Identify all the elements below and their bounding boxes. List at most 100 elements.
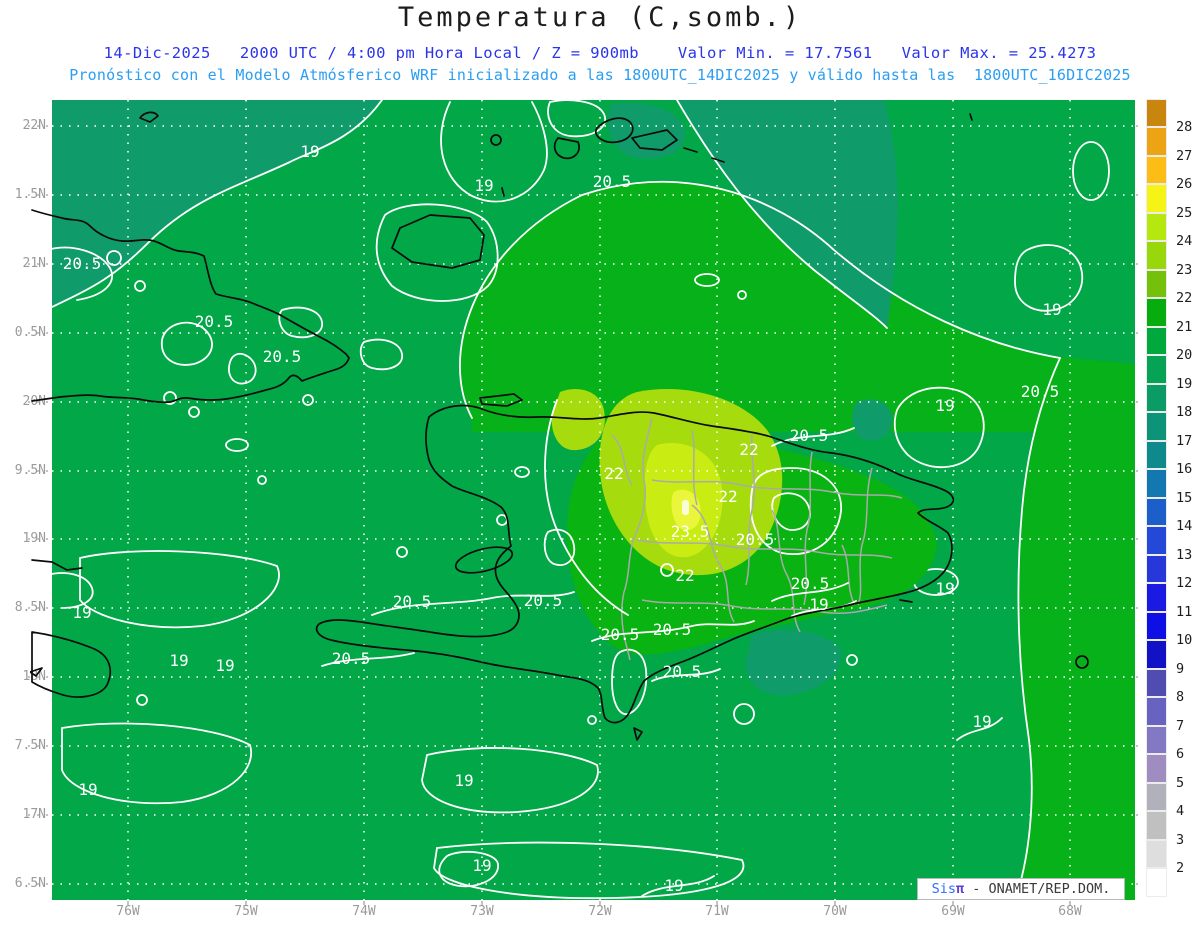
colorbar-cell <box>1146 355 1167 384</box>
colorbar-label: 27 <box>1176 147 1193 164</box>
contour-label: 20.5 <box>593 172 632 191</box>
contour-label: 20.5 <box>601 625 640 644</box>
colorbar-cell <box>1146 811 1167 840</box>
lat-tick-dots-right <box>1136 401 1145 403</box>
contour-label: 19 <box>472 856 491 875</box>
colorbar-cell <box>1146 611 1167 640</box>
contour-label: 22 <box>604 464 623 483</box>
contour-label: 20.5 <box>63 254 102 273</box>
colorbar-label: 24 <box>1176 233 1193 249</box>
hottest-spot <box>682 500 689 515</box>
colorbar-cell <box>1146 212 1167 241</box>
lat-tick-dots-right <box>1136 332 1145 334</box>
contour-label: 20.5 <box>524 591 563 610</box>
contour-label: 20.5 <box>263 347 302 366</box>
colorbar-label: 20 <box>1176 347 1193 363</box>
colorbar-cell <box>1146 326 1167 355</box>
lat-tick-dots-right <box>1136 745 1145 747</box>
contour-label: 19 <box>1042 300 1061 319</box>
contour-label: 20.5 <box>1021 382 1060 401</box>
contour-label: 19 <box>664 876 683 895</box>
lat-tick-dots-right <box>1136 125 1145 127</box>
colorbar-cell <box>1146 640 1167 669</box>
lon-label: 72W <box>588 904 612 919</box>
colorbar-label: 9 <box>1176 660 1185 677</box>
page-title: Temperatura (C,somb.) <box>397 2 803 33</box>
temperature-shading <box>52 100 1135 900</box>
colorbar-cell <box>1146 412 1167 441</box>
colorbar-label: 28 <box>1176 119 1193 135</box>
colorbar-cell <box>1146 868 1167 897</box>
contour-label: 19 <box>215 656 234 675</box>
contour-label: 19 <box>474 176 493 195</box>
lon-label: 68W <box>1058 904 1082 919</box>
lat-tick-dots-right <box>1136 194 1145 196</box>
watermark-sis: Sis <box>931 881 956 897</box>
colorbar-label: 16 <box>1176 461 1193 477</box>
contour-label: 19 <box>78 780 97 799</box>
colorbar-label: 11 <box>1176 603 1193 620</box>
lon-label: 70W <box>823 904 847 919</box>
lon-tick-dot <box>1069 901 1071 905</box>
contour-label: 22 <box>718 487 737 506</box>
lat-tick-dots-right <box>1136 814 1145 816</box>
lon-tick-dot <box>245 901 247 905</box>
lon-label: 69W <box>941 904 965 919</box>
colorbar-label: 12 <box>1176 575 1193 591</box>
colorbar-cell <box>1146 839 1167 868</box>
colorbar-label: 10 <box>1176 632 1193 648</box>
contour-label: 19 <box>935 396 954 415</box>
lat-tick-dots-right <box>1136 883 1145 885</box>
contour-label: 19 <box>809 595 828 614</box>
lat-tick-dots-right <box>1136 607 1145 609</box>
colorbar-label: 4 <box>1176 803 1185 819</box>
lon-tick-dot <box>481 901 483 905</box>
colorbar-label: 3 <box>1176 831 1185 848</box>
lon-label: 73W <box>470 904 494 919</box>
colorbar-cell <box>1146 554 1167 583</box>
contour-label: 19 <box>72 603 91 622</box>
colorbar-label: 25 <box>1176 204 1193 221</box>
contour-label: 20.5 <box>736 530 775 549</box>
colorbar-cell <box>1146 497 1167 526</box>
lon-label: 75W <box>234 904 258 919</box>
colorbar-label: 14 <box>1176 518 1193 534</box>
contour-label: 23.5 <box>671 522 710 541</box>
colorbar-cell <box>1146 697 1167 726</box>
colorbar-cell <box>1146 127 1167 156</box>
colorbar-label: 2 <box>1176 860 1185 876</box>
contour-label: 20.5 <box>332 649 371 668</box>
watermark-pi-icon: π <box>955 881 965 897</box>
colorbar-cell <box>1146 782 1167 811</box>
colorbar-label: 13 <box>1176 546 1193 563</box>
lon-tick-dot <box>599 901 601 905</box>
colorbar-cell <box>1146 298 1167 327</box>
contour-label: 22 <box>675 566 694 585</box>
watermark-org: - ONAMET/REP.DOM. <box>964 881 1111 897</box>
forecast-map: 19 19 20.5 20.5 20.5 20.5 19 20.5 19 22 22 22 23.5 20… <box>30 100 1135 900</box>
colorbar-cell <box>1146 469 1167 498</box>
colorbar-cell <box>1146 98 1167 127</box>
contour-label: 19 <box>935 579 954 598</box>
lat-tick-dots-right <box>1136 470 1145 472</box>
colorbar-cell <box>1146 155 1167 184</box>
forecast-datetime-line: 14-Dic-2025 2000 UTC / 4:00 pm Hora Loca… <box>103 44 1097 62</box>
colorbar-label: 18 <box>1176 404 1193 420</box>
contour-label: 19 <box>972 712 991 731</box>
lon-label: 71W <box>705 904 729 919</box>
lat-tick-dots-right <box>1136 263 1145 265</box>
contour-label: 22 <box>739 440 758 459</box>
colorbar-label: 22 <box>1176 290 1193 306</box>
contour-label: 20.5 <box>393 592 432 611</box>
colorbar-label: 8 <box>1176 689 1185 705</box>
colorbar-cell <box>1146 725 1167 754</box>
contour-label: 20.5 <box>663 662 702 681</box>
lat-tick-dots-right <box>1136 676 1145 678</box>
colorbar-label: 6 <box>1176 746 1185 762</box>
contour-label: 19 <box>169 651 188 670</box>
colorbar-cell <box>1146 440 1167 469</box>
contour-label: 20.5 <box>790 426 829 445</box>
colorbar-label: 7 <box>1176 717 1185 734</box>
colorbar-cell <box>1146 184 1167 213</box>
contour-label: 20.5 <box>791 574 830 593</box>
